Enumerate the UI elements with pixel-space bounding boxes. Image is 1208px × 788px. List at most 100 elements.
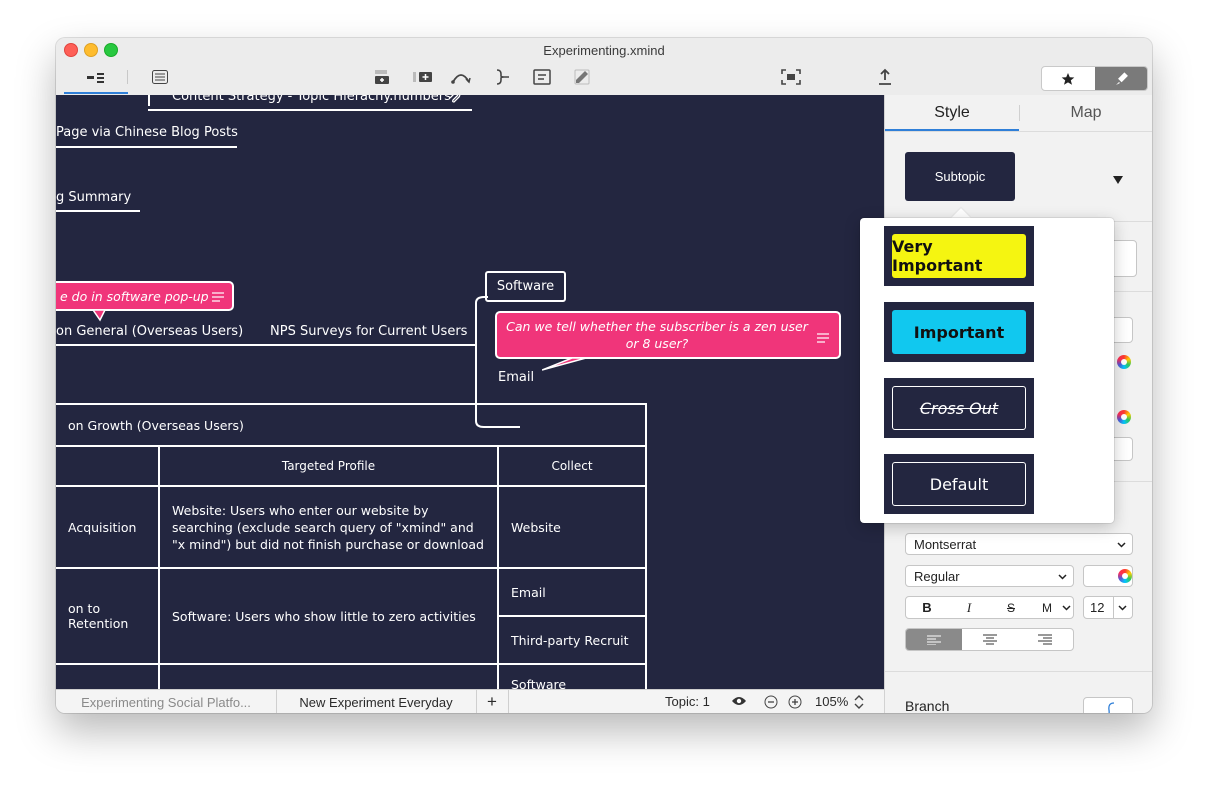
align-center-icon[interactable] (962, 634, 1018, 645)
note-text: Can we tell whether the subscriber is a … (506, 319, 808, 351)
mindmap-view-icon[interactable] (85, 67, 107, 87)
table-cell-goal[interactable]: on to Retention (56, 567, 160, 665)
color-picker-icon[interactable] (1117, 410, 1131, 424)
table-cell-collect[interactable]: Third-party Recruit (497, 615, 647, 665)
table-header: Collect (497, 445, 647, 487)
share-icon[interactable] (874, 67, 896, 87)
sheet-tab-active[interactable]: New Experiment Everyday (276, 690, 477, 713)
style-option-cross-out[interactable]: Cross Out (884, 378, 1034, 438)
topic-summary[interactable]: g Summary (56, 190, 131, 205)
table-cell-profile[interactable]: Website: Users who enter our website by … (158, 485, 499, 569)
tab-map[interactable]: Map (1019, 95, 1152, 131)
font-size-select[interactable]: 12 (1083, 596, 1133, 619)
eye-icon[interactable] (731, 695, 747, 710)
table-cell-collect[interactable]: Website (497, 485, 647, 569)
table-cell-goal[interactable] (56, 663, 160, 689)
font-weight-value: Regular (914, 568, 960, 584)
text-format-group: B I S M (905, 596, 1074, 619)
note-subscriber-question[interactable]: Can we tell whether the subscriber is a … (495, 311, 841, 359)
style-preview[interactable]: Subtopic (905, 152, 1015, 201)
font-family-select[interactable]: Montserrat (905, 533, 1133, 555)
topic-underline (56, 210, 140, 212)
zoom-in-icon[interactable] (788, 695, 802, 712)
panel-toggle (1041, 66, 1148, 91)
table-header (56, 445, 160, 487)
branch-line (148, 109, 472, 111)
sheet-bar: Experimenting Social Platfo... New Exper… (56, 689, 884, 713)
outliner-view-icon[interactable] (149, 67, 171, 87)
style-option-important[interactable]: Important (884, 302, 1034, 362)
chevron-down-icon (1117, 537, 1126, 552)
topic-content-strategy[interactable]: Content Strategy - Topic Hierachy.number… (172, 95, 451, 104)
style-dropdown-icon[interactable] (1113, 171, 1123, 189)
topic-software-label: Software (496, 279, 555, 294)
zoom-out-icon[interactable] (764, 695, 778, 712)
format-brush-icon[interactable] (1094, 67, 1147, 90)
case-button[interactable]: M (1032, 601, 1062, 615)
font-weight-select[interactable]: Regular (905, 565, 1074, 587)
add-topic-icon[interactable] (371, 67, 393, 87)
table-cell-collect[interactable]: Software (497, 663, 647, 689)
note-lines-icon (212, 290, 224, 305)
tab-divider (1019, 105, 1020, 121)
attachment-icon (448, 95, 462, 110)
zen-mode-icon[interactable] (780, 67, 802, 87)
chevron-down-icon (1118, 600, 1127, 615)
bold-button[interactable]: B (906, 600, 948, 615)
topic-underline (56, 146, 237, 148)
topic-count: Topic: 1 (665, 694, 710, 709)
add-sheet-button[interactable]: + (476, 690, 509, 713)
style-option-very-important[interactable]: Very Important (884, 226, 1034, 286)
mindmap-canvas[interactable]: Content Strategy - Topic Hierachy.number… (56, 95, 884, 689)
marker-star-icon[interactable] (1042, 67, 1095, 90)
topic-software[interactable]: Software (485, 271, 566, 302)
table-header: Targeted Profile (158, 445, 499, 487)
section-divider (885, 671, 1152, 672)
active-view-indicator (64, 92, 128, 94)
style-option-label: Very Important (892, 234, 1026, 278)
note-lines-icon (817, 330, 829, 347)
add-subtopic-icon[interactable] (412, 67, 434, 87)
title-bar: Experimenting.xmind (56, 38, 1152, 96)
section-divider (885, 131, 1152, 132)
table-title[interactable]: on Growth (Overseas Users) (56, 403, 647, 447)
zoom-level[interactable]: 105% (815, 694, 848, 709)
chevron-down-icon (1058, 569, 1067, 584)
style-option-default[interactable]: Default (884, 454, 1034, 514)
table-cell-goal[interactable]: Acquisition (56, 485, 160, 569)
topic-chinese-blog-posts[interactable]: Page via Chinese Blog Posts (56, 125, 238, 140)
view-separator (127, 70, 128, 84)
relationship-icon[interactable] (450, 67, 472, 87)
align-left-icon[interactable] (906, 629, 962, 650)
style-option-label: Cross Out (892, 386, 1026, 430)
topic-general-overseas[interactable]: on General (Overseas Users) (56, 324, 243, 339)
branch-line (148, 95, 150, 106)
topic-email[interactable]: Email (498, 370, 534, 385)
note-pointer (541, 356, 588, 379)
text-color-swatch[interactable] (1083, 565, 1133, 587)
align-right-icon[interactable] (1017, 634, 1073, 645)
boundary-icon[interactable] (531, 67, 553, 87)
zoom-stepper-icon[interactable] (854, 695, 864, 712)
note-software-popup[interactable]: e do in software pop-up (56, 281, 234, 311)
topic-nps-surveys[interactable]: NPS Surveys for Current Users (270, 324, 467, 339)
summary-icon[interactable] (491, 67, 513, 87)
style-option-label: Default (892, 462, 1026, 506)
style-option-label: Important (892, 310, 1026, 354)
font-family-value: Montserrat (914, 536, 977, 552)
branch-line (56, 344, 476, 346)
font-size-value: 12 (1090, 600, 1105, 615)
italic-button[interactable]: I (948, 600, 990, 616)
note-pencil-icon[interactable] (571, 67, 593, 87)
strikethrough-button[interactable]: S (990, 601, 1032, 615)
chevron-down-icon (1062, 600, 1071, 615)
table-cell-collect[interactable]: Email (497, 567, 647, 617)
window-title: Experimenting.xmind (543, 43, 665, 58)
table-cell-profile[interactable]: Software: Users who show little to zero … (158, 567, 499, 665)
note-text: e do in software pop-up (60, 288, 209, 304)
sheet-tab[interactable]: Experimenting Social Platfo... (56, 690, 277, 713)
table-cell-profile[interactable] (158, 663, 499, 689)
branch-style-select[interactable] (1083, 697, 1133, 713)
color-picker-icon[interactable] (1117, 355, 1131, 369)
tab-style[interactable]: Style (885, 95, 1019, 131)
